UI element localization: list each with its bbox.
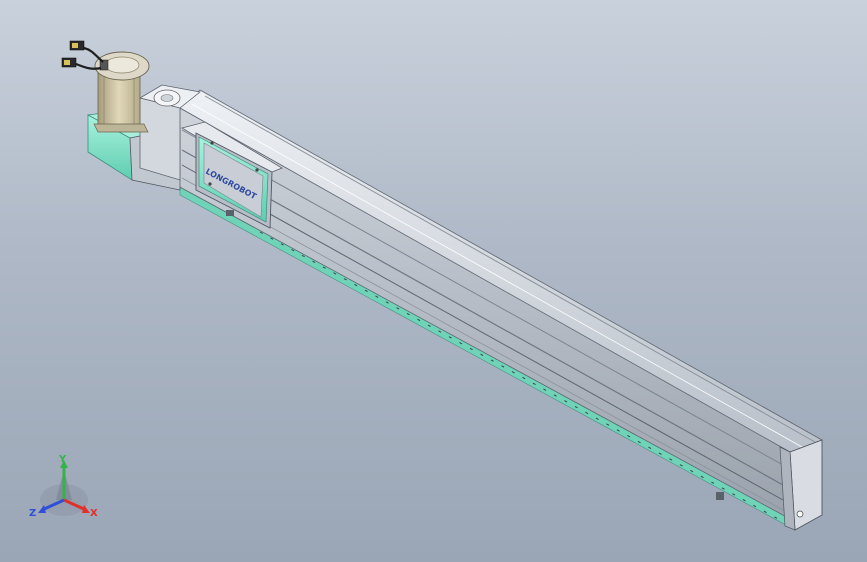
model-canvas: LONGROBOT Y X Z — [29, 40, 823, 531]
carriage-screw-3 — [208, 182, 212, 186]
cable-plug-1-contact — [72, 43, 78, 48]
motor-flange — [93, 123, 149, 133]
rail-foot-right — [716, 492, 724, 500]
rail-groove-2 — [191, 103, 803, 448]
coordinate-triad[interactable]: Y X Z — [29, 454, 98, 519]
y-axis-label: Y — [58, 454, 67, 465]
coupling-housing-side — [139, 97, 181, 181]
end-cap-hole — [796, 510, 804, 518]
cable-plug-2-contact — [64, 60, 70, 65]
carriage-screw-2 — [255, 168, 259, 172]
motor-cap-inner — [104, 56, 140, 74]
rail-end-cap — [789, 439, 823, 531]
linear-rail[interactable] — [177, 89, 823, 531]
cad-viewport[interactable]: LONGROBOT Y X Z — [0, 0, 867, 562]
rail-groove-5 — [181, 164, 793, 506]
rail-groove-4 — [181, 149, 793, 491]
rail-groove-1 — [204, 95, 816, 443]
cable-1 — [83, 46, 104, 63]
x-axis-label: X — [90, 508, 98, 519]
carriage-screw-1 — [210, 141, 214, 145]
rail-groove-3 — [181, 129, 793, 471]
rail-groove-6 — [181, 177, 793, 516]
rail-foot-left — [226, 210, 234, 216]
rail-top-face — [179, 89, 823, 453]
z-axis-label: Z — [29, 508, 36, 519]
coupling-flange-inner — [160, 94, 174, 102]
